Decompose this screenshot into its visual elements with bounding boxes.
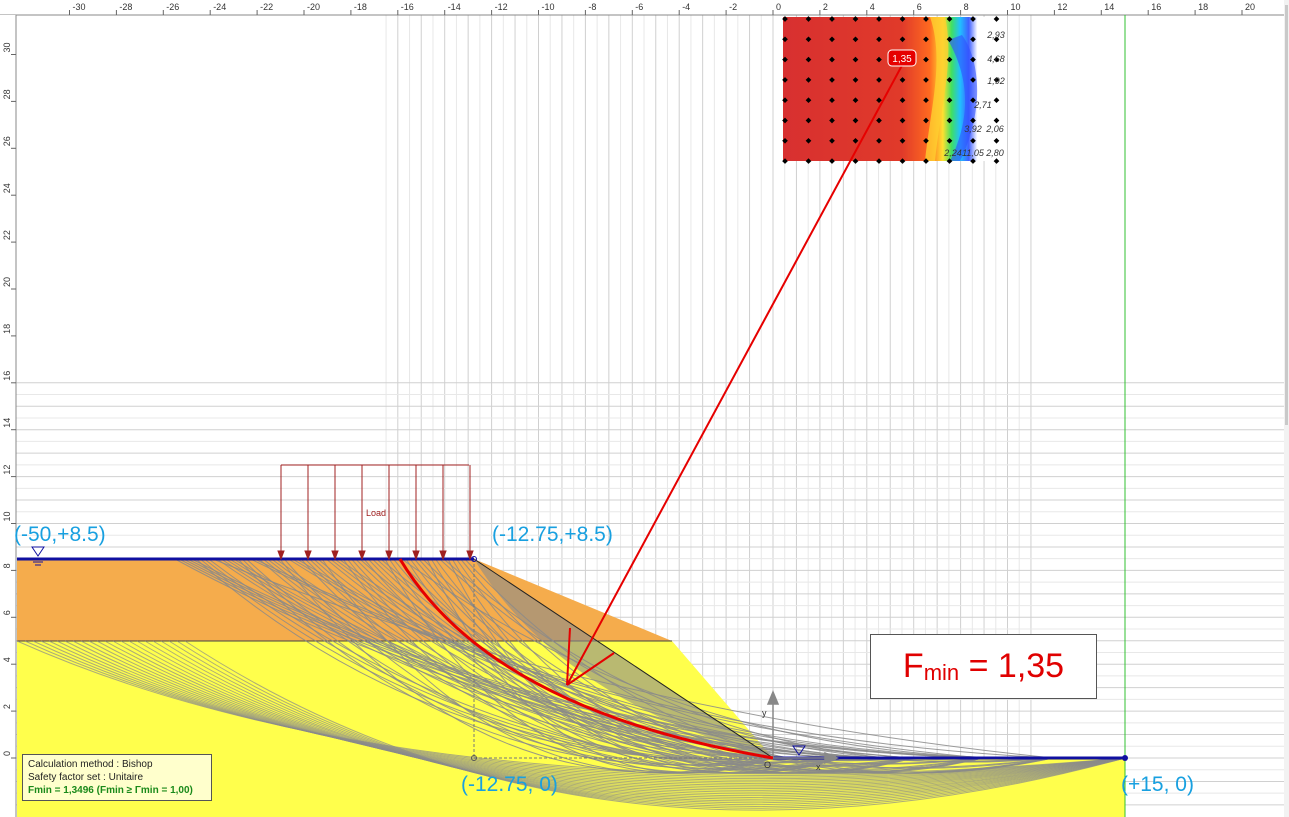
fmin-subscript: min <box>923 659 960 685</box>
y-tick-label: 26 <box>2 136 12 146</box>
x-tick-label: 12 <box>1057 2 1067 12</box>
y-tick-label: 24 <box>2 183 12 193</box>
svg-text:y: y <box>762 708 767 718</box>
fmin-value: = 1,35 <box>959 647 1065 685</box>
y-tick-label: 0 <box>2 751 12 756</box>
x-tick-label: -4 <box>682 2 690 12</box>
x-tick-label: 0 <box>776 2 781 12</box>
svg-text:1,35: 1,35 <box>892 54 912 65</box>
coord-right: (+15, 0) <box>1121 773 1194 796</box>
x-tick-label: 14 <box>1104 2 1114 12</box>
map-value-label: 2,06 <box>985 124 1004 134</box>
x-tick-label: -2 <box>729 2 737 12</box>
load-label: Load <box>366 508 386 518</box>
y-tick-label: 8 <box>2 563 12 568</box>
x-tick-label: -24 <box>213 2 226 12</box>
y-tick-label: 30 <box>2 42 12 52</box>
map-value-label: 3,92 <box>964 124 982 134</box>
vertical-scrollbar[interactable] <box>1284 0 1289 817</box>
x-tick-label: 20 <box>1245 2 1255 12</box>
x-tick-label: -26 <box>166 2 179 12</box>
x-tick-label: 8 <box>964 2 969 12</box>
fmin-tag: 1,35 <box>887 49 917 67</box>
coord-crest: (-12.75,+8.5) <box>492 523 613 546</box>
x-tick-label: -28 <box>119 2 132 12</box>
x-tick-label: -8 <box>588 2 596 12</box>
calc-method: Calculation method : Bishop <box>28 759 153 770</box>
left-ruler: 024681012141618202224262830 <box>0 15 17 817</box>
safety-factor-set: Safety factor set : Unitaire <box>28 772 144 783</box>
map-value-label: 11,05 <box>962 148 985 158</box>
fmin-result-box: Fmin = 1,35 <box>870 634 1097 699</box>
safety-factor-map: 2,93 4,68 1,92 2,71 2,063,92 2,24 11,05 2,80 <box>782 16 1005 164</box>
y-tick-label: 28 <box>2 89 12 99</box>
scrollbar-thumb[interactable] <box>1285 5 1288 425</box>
y-tick-label: 4 <box>2 657 12 662</box>
x-tick-label: -16 <box>401 2 414 12</box>
x-tick-label: 4 <box>870 2 875 12</box>
y-tick-label: 10 <box>2 511 12 521</box>
calculation-info-box: Calculation method : Bishop Safety facto… <box>22 754 212 801</box>
x-tick-label: 2 <box>823 2 828 12</box>
x-tick-label: -10 <box>542 2 555 12</box>
svg-text:O: O <box>764 760 771 770</box>
x-tick-label: -12 <box>495 2 508 12</box>
x-tick-label: 18 <box>1198 2 1208 12</box>
x-tick-label: -20 <box>307 2 320 12</box>
map-value-label: 2,24 <box>943 148 962 158</box>
x-tick-label: 16 <box>1151 2 1161 12</box>
fmin-symbol: F <box>902 647 924 685</box>
x-tick-label: 10 <box>1011 2 1021 12</box>
y-tick-label: 22 <box>2 230 12 240</box>
y-tick-label: 6 <box>2 610 12 615</box>
map-value-label: 2,71 <box>973 100 992 110</box>
map-value-label: 1,92 <box>987 76 1005 86</box>
coord-toe: (-12.75, 0) <box>461 773 558 796</box>
map-value-label: 2,80 <box>985 148 1004 158</box>
x-tick-label: -30 <box>73 2 86 12</box>
fmin-summary: Fmin = 1,3496 (Fmin ≥ Γmin = 1,00) <box>28 785 193 796</box>
y-tick-label: 12 <box>2 465 12 475</box>
svg-text:x: x <box>816 762 821 772</box>
y-tick-label: 20 <box>2 277 12 287</box>
map-value-label: 4,68 <box>987 54 1005 64</box>
y-tick-label: 18 <box>2 324 12 334</box>
x-tick-label: -14 <box>448 2 461 12</box>
top-ruler: -30 -28 -26 -24 -22 -20 -18 -16 -14 -12 -10 -8 -6 -4-… <box>0 0 1289 16</box>
x-tick-label: -6 <box>635 2 643 12</box>
y-tick-label: 14 <box>2 418 12 428</box>
y-tick-label: 2 <box>2 704 12 709</box>
map-value-label: 2,93 <box>986 30 1005 40</box>
x-tick-label: 6 <box>917 2 922 12</box>
x-tick-label: -22 <box>260 2 273 12</box>
coord-top-left: (-50,+8.5) <box>14 523 106 546</box>
y-tick-label: 16 <box>2 371 12 381</box>
x-tick-label: -18 <box>354 2 367 12</box>
